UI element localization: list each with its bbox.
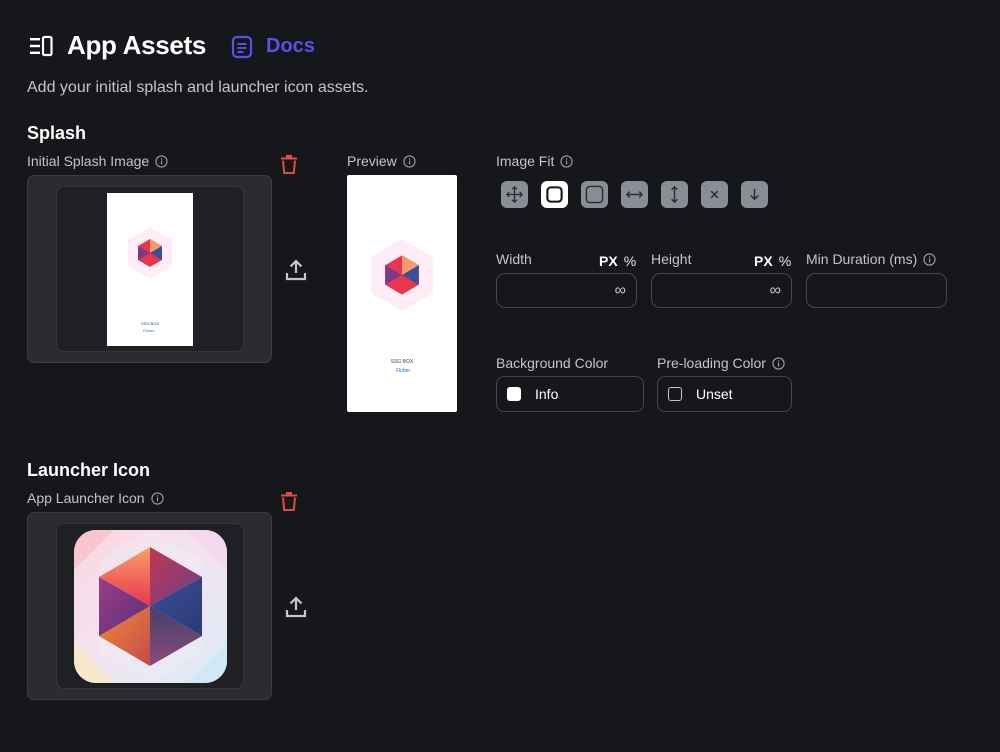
preloading-color-label: Pre-loading Color bbox=[657, 355, 785, 371]
fit-cover-button[interactable] bbox=[581, 181, 608, 208]
launcher-icon-image bbox=[74, 530, 227, 683]
background-color-value: Info bbox=[535, 386, 559, 402]
width-label: Width bbox=[496, 251, 532, 267]
launcher-icon-frame bbox=[56, 523, 244, 689]
splash-preview: SSG BOX Flutter bbox=[347, 175, 457, 412]
splash-section-title: Splash bbox=[27, 123, 87, 143]
info-icon[interactable] bbox=[560, 154, 573, 168]
image-fit-label-text: Image Fit bbox=[496, 153, 555, 169]
fit-height-button[interactable] bbox=[661, 181, 688, 208]
upload-splash-icon[interactable] bbox=[284, 258, 308, 282]
app-assets-icon bbox=[30, 35, 53, 57]
height-unit-px[interactable]: PX bbox=[754, 253, 773, 269]
contain-icon bbox=[546, 186, 563, 203]
info-icon[interactable] bbox=[923, 252, 936, 266]
height-unit-toggle: PX % bbox=[754, 253, 791, 269]
scale-down-icon bbox=[750, 188, 759, 201]
app-launcher-icon-label: App Launcher Icon bbox=[27, 490, 164, 506]
preloading-color-picker[interactable]: Unset bbox=[657, 376, 792, 412]
preview-caption: SSG BOX bbox=[390, 359, 414, 365]
info-icon[interactable] bbox=[150, 491, 164, 505]
splash-image-frame: SSG BOX Flutter bbox=[56, 186, 244, 352]
initial-splash-image-label-text: Initial Splash Image bbox=[27, 153, 150, 169]
background-color-swatch bbox=[507, 387, 521, 401]
height-label: Height bbox=[651, 251, 692, 267]
fit-scale-down-button[interactable] bbox=[741, 181, 768, 208]
height-input[interactable]: ∞ bbox=[651, 273, 792, 308]
min-duration-label-text: Min Duration (ms) bbox=[806, 251, 918, 267]
width-unit-toggle: PX % bbox=[599, 253, 636, 269]
fit-none-button[interactable] bbox=[701, 181, 728, 208]
thumb-caption: SSG BOX bbox=[140, 321, 159, 326]
splash-logo-icon bbox=[128, 227, 172, 279]
info-icon[interactable] bbox=[403, 154, 416, 168]
min-duration-label: Min Duration (ms) bbox=[806, 251, 936, 267]
fit-fill-button[interactable] bbox=[501, 181, 528, 208]
background-color-picker[interactable]: Info bbox=[496, 376, 644, 412]
fit-height-icon bbox=[671, 185, 678, 204]
preview-label-text: Preview bbox=[347, 153, 397, 169]
width-input[interactable]: ∞ bbox=[496, 273, 637, 308]
upload-launcher-icon[interactable] bbox=[284, 595, 308, 619]
preview-brand: Flutter bbox=[396, 368, 411, 374]
app-launcher-icon-label-text: App Launcher Icon bbox=[27, 490, 145, 506]
fit-contain-button[interactable] bbox=[541, 181, 568, 208]
preloading-color-label-text: Pre-loading Color bbox=[657, 355, 766, 371]
thumb-brand: Flutter bbox=[143, 328, 155, 333]
splash-thumbnail: SSG BOX Flutter bbox=[107, 193, 193, 346]
preloading-color-value: Unset bbox=[696, 386, 733, 402]
info-icon[interactable] bbox=[155, 154, 168, 168]
docs-link[interactable]: Docs bbox=[266, 35, 315, 58]
width-value: ∞ bbox=[614, 281, 626, 299]
fill-icon bbox=[505, 185, 524, 204]
initial-splash-image-label: Initial Splash Image bbox=[27, 153, 168, 169]
info-icon[interactable] bbox=[772, 356, 785, 370]
splash-image-dropzone[interactable]: SSG BOX Flutter bbox=[27, 175, 272, 363]
height-unit-percent[interactable]: % bbox=[779, 253, 791, 269]
launcher-icon-dropzone[interactable] bbox=[27, 512, 272, 700]
page-subtitle: Add your initial splash and launcher ico… bbox=[27, 79, 369, 96]
cover-icon bbox=[585, 185, 604, 204]
launcher-section-title: Launcher Icon bbox=[27, 460, 151, 480]
height-value: ∞ bbox=[769, 281, 781, 299]
fit-width-button[interactable] bbox=[621, 181, 648, 208]
width-unit-px[interactable]: PX bbox=[599, 253, 618, 269]
page-title: App Assets bbox=[67, 30, 207, 60]
image-fit-options bbox=[501, 181, 768, 208]
background-color-label: Background Color bbox=[496, 355, 609, 371]
preview-label: Preview bbox=[347, 153, 416, 169]
min-duration-input[interactable] bbox=[806, 273, 947, 308]
width-unit-percent[interactable]: % bbox=[624, 253, 636, 269]
none-icon bbox=[710, 190, 719, 199]
preview-logo-icon bbox=[371, 238, 433, 312]
image-fit-label: Image Fit bbox=[496, 153, 573, 169]
delete-splash-icon[interactable] bbox=[278, 153, 300, 175]
docs-icon[interactable] bbox=[231, 35, 253, 59]
delete-launcher-icon[interactable] bbox=[278, 490, 300, 512]
fit-width-icon bbox=[625, 191, 644, 198]
preloading-color-swatch bbox=[668, 387, 682, 401]
